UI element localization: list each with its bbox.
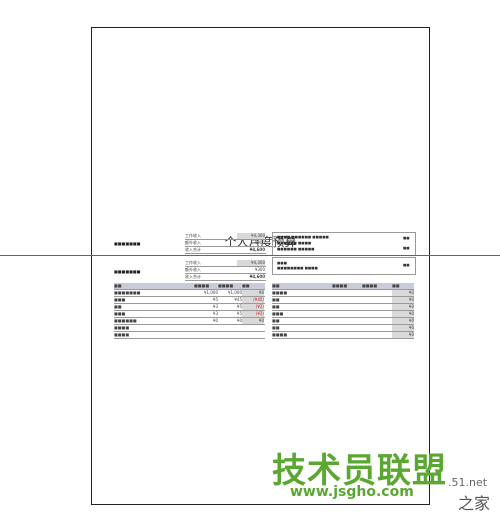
- expense-table-right: ■■ ■■■■ ■■■■ ■■ ■■■■ ¥0 ■■ ¥0 ■■ ¥0 ■■■ ¥0 ■■ ¥0…: [272, 283, 414, 339]
- col-header: ■■: [272, 283, 280, 289]
- expense-diff: (¥2): [242, 311, 264, 317]
- expense-diff: ¥0: [242, 318, 264, 324]
- income-value: ¥4,300: [237, 260, 265, 266]
- summary-text: ■■■■ ■■■■■■ ■■■■■: [277, 235, 329, 239]
- col-header: ■■: [242, 283, 250, 289]
- summary-text: ■■■■■■ ■■■■: [277, 241, 312, 245]
- col-header: ■■■■: [362, 283, 378, 289]
- expense-category: ■■■■: [272, 290, 288, 296]
- expense-category: ■■: [272, 318, 280, 324]
- expense-diff: ¥0: [392, 325, 414, 331]
- expense-category: ■■: [272, 304, 280, 310]
- watermark-side-text-2: 之家: [458, 494, 491, 513]
- income-table-2: 工作收入 ¥4,300 额外收入 ¥300 收入合计 ¥4,600: [185, 260, 266, 281]
- summary-box-1: ■■■■ ■■■■■■ ■■■■■ ■■■■■■ ■■■■ ■■■■■■ ■■■…: [272, 232, 416, 256]
- expense-category: ■■■■■■■: [114, 290, 141, 296]
- summary-box-2: ■■■ ■■■■■■■■ ■■■■ ■■: [272, 257, 416, 275]
- expense-diff: (¥2): [242, 304, 264, 310]
- expense-category: ■■■: [272, 311, 284, 317]
- expense-diff: ¥0: [392, 304, 414, 310]
- expense-category: ■■■■: [272, 332, 288, 338]
- expense-category: ■■: [272, 297, 280, 303]
- income-label-extra: 额外收入: [185, 240, 201, 246]
- expense-value: ¥5: [236, 304, 242, 310]
- expense-diff: ¥0: [392, 332, 414, 338]
- summary-value: ■■: [403, 236, 410, 240]
- summary-text: ■■■■■■■■ ■■■■: [277, 266, 318, 270]
- document-page: 个人月度预算 ■■■■■■■ 工作收入 ¥4,300 额外收入 ¥300 收入合计 ¥…: [91, 27, 430, 505]
- col-header: ■■: [114, 283, 122, 289]
- income-label-extra: 额外收入: [185, 267, 201, 273]
- page-break-guide-line: [0, 255, 500, 256]
- income-label-2: ■■■■■■■: [114, 269, 141, 274]
- expense-value: ¥0: [236, 318, 242, 324]
- income-label-work: 工作收入: [185, 233, 201, 239]
- expense-value: ¥5: [212, 297, 218, 303]
- income-value: ¥4,600: [249, 247, 265, 253]
- expense-category: ■■■■■■: [114, 318, 137, 324]
- income-label-total: 收入合计: [185, 247, 201, 253]
- expense-value: ¥1,000: [204, 290, 218, 296]
- expense-diff: ¥0: [392, 290, 414, 296]
- summary-value-negative: ■■: [403, 263, 410, 267]
- expense-value: ¥45: [234, 297, 242, 303]
- expense-category: ■■■■: [114, 325, 130, 331]
- expense-value: ¥0: [212, 318, 218, 324]
- expense-category: ■■■: [114, 311, 126, 317]
- col-header: ■■■■: [218, 283, 234, 289]
- expense-category: ■■■■: [114, 332, 130, 338]
- income-label-total: 收入合计: [185, 274, 201, 280]
- col-header: ■■■■: [194, 283, 210, 289]
- expense-value: ¥1,000: [228, 290, 242, 296]
- income-value: ¥300: [254, 267, 265, 273]
- expense-value: ¥3: [212, 311, 218, 317]
- income-label-work: 工作收入: [185, 260, 201, 266]
- expense-value: ¥5: [236, 311, 242, 317]
- expense-category: ■■■: [114, 297, 126, 303]
- expense-value: ¥3: [212, 304, 218, 310]
- col-header: ■■■■: [332, 283, 348, 289]
- expense-diff: ¥0: [392, 318, 414, 324]
- summary-value: ■■: [403, 246, 410, 250]
- watermark-side-text: .51.net: [448, 476, 488, 489]
- summary-text: ■■■■■■ ■■■■■: [277, 247, 315, 251]
- expense-table-left: ■■ ■■■■ ■■■■ ■■ ■■■■■■■ ¥1,000 ¥1,000 ¥0 ■■■ ¥5…: [114, 283, 265, 339]
- income-label-1: ■■■■■■■: [114, 241, 141, 246]
- watermark-url: www.jsgho.com: [290, 484, 414, 500]
- income-value: ¥4,300: [237, 233, 265, 239]
- expense-diff: ¥0: [242, 290, 264, 296]
- income-value: ¥300: [254, 240, 265, 246]
- income-table-1: 工作收入 ¥4,300 额外收入 ¥300 收入合计 ¥4,600: [185, 233, 266, 254]
- expense-diff: (¥40): [242, 297, 264, 303]
- expense-diff: ¥0: [392, 311, 414, 317]
- expense-category: ■■: [114, 304, 122, 310]
- col-header: ■■: [392, 283, 400, 289]
- income-value: ¥4,600: [249, 274, 265, 280]
- expense-category: ■■: [272, 325, 280, 331]
- expense-diff: ¥0: [392, 297, 414, 303]
